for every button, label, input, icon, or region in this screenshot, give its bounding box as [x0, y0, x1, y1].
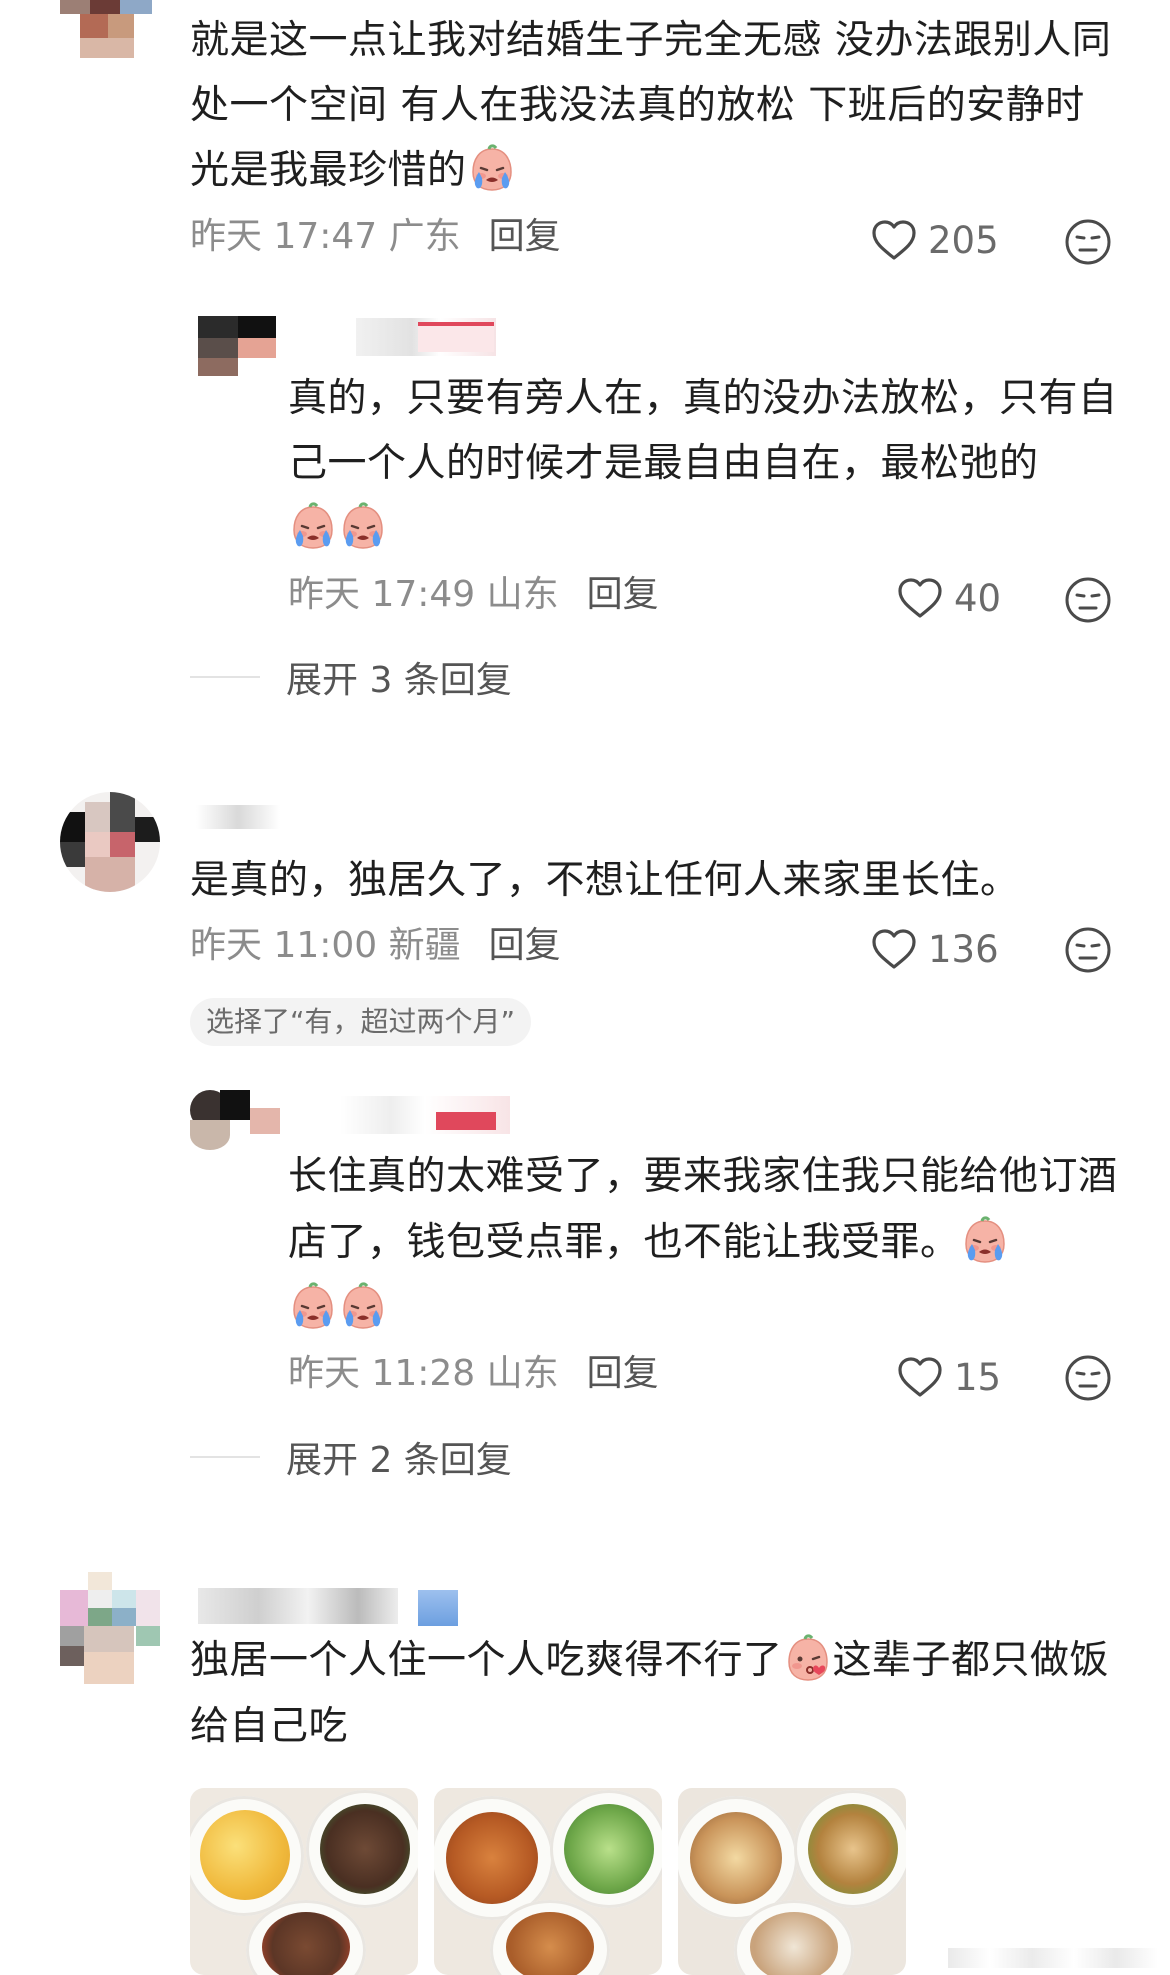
reply-button[interactable]: 回复 — [587, 574, 659, 615]
crying-emoji-icon — [469, 144, 515, 192]
like-count: 205 — [928, 218, 999, 262]
comment-meta: 昨天 17:47 广东 回复 — [190, 215, 561, 259]
dislike-icon[interactable] — [1064, 1354, 1112, 1402]
divider-line — [190, 676, 260, 678]
expand-replies-button[interactable]: 展开 3 条回复 — [190, 652, 512, 702]
reply-meta: 昨天 17:49 山东 回复 — [288, 573, 659, 617]
dislike-icon[interactable] — [1064, 926, 1112, 974]
reply-like-button[interactable]: 15 — [896, 1352, 1001, 1402]
like-button[interactable]: 136 — [870, 924, 999, 974]
dislike-icon[interactable] — [1064, 576, 1112, 624]
author-badge — [418, 322, 494, 352]
food-photo-2[interactable] — [434, 1788, 662, 1975]
username[interactable] — [198, 1588, 398, 1624]
kissing-emoji-icon — [785, 1634, 831, 1682]
avatar[interactable] — [60, 1572, 160, 1684]
reply-time-location: 昨天 17:49 山东 — [288, 574, 559, 615]
heart-icon — [870, 218, 918, 262]
comment-time-location: 昨天 11:00 新疆 — [190, 925, 461, 966]
comment-time-location: 昨天 17:47 广东 — [190, 216, 461, 257]
food-photo-3[interactable] — [678, 1788, 906, 1975]
like-count: 136 — [928, 927, 999, 971]
reply-time-location: 昨天 11:28 山东 — [288, 1353, 559, 1394]
heart-icon — [870, 927, 918, 971]
author-badge — [436, 1112, 496, 1130]
reply-button[interactable]: 回复 — [587, 1353, 659, 1394]
reply-meta: 昨天 11:28 山东 回复 — [288, 1352, 659, 1396]
crying-emoji-icon — [962, 1216, 1008, 1264]
reply-avatar[interactable] — [198, 316, 276, 376]
like-button[interactable]: 205 — [870, 215, 999, 265]
dislike-icon[interactable] — [1064, 218, 1112, 266]
username[interactable] — [196, 805, 280, 829]
comment-text: 是真的，独居久了，不想让任何人来家里长住。 — [190, 858, 1020, 903]
poll-choice-chip: 选择了“有，超过两个月” — [190, 998, 532, 1046]
comment-text: 就是这一点让我对结婚生子完全无感 没办法跟别人同处一个空间 有人在我没法真的放松… — [190, 18, 1112, 193]
comment-text: 独居一个人住一个人吃爽得不行了 这辈子都只做饭给自己吃 — [190, 1628, 1120, 1760]
like-count: 40 — [954, 576, 1002, 620]
crying-emoji-icon — [290, 1282, 336, 1330]
expand-replies-label: 展开 3 条回复 — [286, 660, 512, 701]
avatar[interactable] — [60, 792, 160, 892]
divider-line — [190, 1456, 260, 1458]
avatar[interactable] — [60, 0, 152, 60]
expand-replies-label: 展开 2 条回复 — [286, 1440, 512, 1481]
watermark — [948, 1948, 1158, 1968]
crying-emoji-icon — [340, 502, 386, 550]
reply-text: 长住真的太难受了，要来我家住我只能给他订酒店了，钱包受点罪，也不能让我受罪。 — [288, 1144, 1118, 1342]
reply-avatar[interactable] — [190, 1090, 280, 1154]
crying-emoji-icon — [290, 502, 336, 550]
comment-meta: 昨天 11:00 新疆 回复 — [190, 924, 561, 968]
crying-emoji-icon — [340, 1282, 386, 1330]
user-badge — [418, 1590, 458, 1626]
reply-like-button[interactable]: 40 — [896, 573, 1001, 623]
expand-replies-button[interactable]: 展开 2 条回复 — [190, 1432, 512, 1482]
like-count: 15 — [954, 1355, 1002, 1399]
reply-button[interactable]: 回复 — [489, 216, 561, 257]
reply-button[interactable]: 回复 — [489, 925, 561, 966]
food-photo-1[interactable] — [190, 1788, 418, 1975]
reply-text: 真的，只要有旁人在，真的没办法放松，只有自己一个人的时候才是最自由自在，最松弛的 — [288, 366, 1118, 561]
heart-icon — [896, 576, 944, 620]
heart-icon — [896, 1355, 944, 1399]
